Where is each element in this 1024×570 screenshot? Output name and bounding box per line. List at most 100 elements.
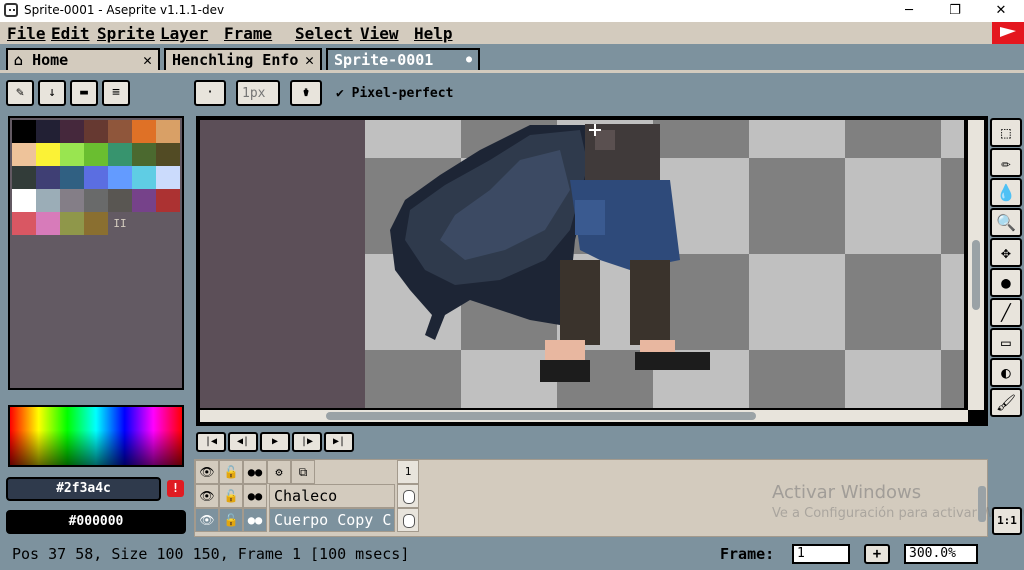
- lock-icon[interactable]: 🔓: [219, 508, 243, 532]
- menu-edit[interactable]: Edit: [51, 24, 90, 43]
- palette-swatch[interactable]: [84, 120, 108, 143]
- palette-swatch[interactable]: [12, 212, 36, 235]
- palette-swatch[interactable]: [36, 189, 60, 212]
- cel[interactable]: [397, 484, 419, 508]
- canvas-horizontal-scrollbar[interactable]: [200, 410, 968, 422]
- eyedropper-icon[interactable]: 💧: [990, 178, 1022, 207]
- eraser-icon[interactable]: ✎: [6, 80, 34, 106]
- timeline-scrollbar[interactable]: [978, 486, 986, 522]
- first-frame-icon[interactable]: |◀: [196, 432, 226, 452]
- palette-swatch[interactable]: [60, 143, 84, 166]
- palette-swatch[interactable]: [156, 143, 180, 166]
- eye-icon[interactable]: 👁: [195, 460, 219, 484]
- palette-swatch[interactable]: [60, 212, 84, 235]
- color-spectrum[interactable]: [8, 405, 184, 467]
- palette-swatch[interactable]: [60, 120, 84, 143]
- last-frame-icon[interactable]: ▶|: [324, 432, 354, 452]
- tab-home[interactable]: ⌂ Home ✕: [6, 48, 160, 72]
- background-color-field[interactable]: #000000: [6, 510, 186, 534]
- palette-swatch[interactable]: [36, 143, 60, 166]
- warning-icon[interactable]: !: [167, 480, 184, 497]
- fill-icon[interactable]: ●: [990, 268, 1022, 297]
- palette-swatch[interactable]: [84, 212, 108, 235]
- palette-swatch[interactable]: [12, 189, 36, 212]
- menu-select[interactable]: Select: [295, 24, 353, 43]
- pixel-perfect-checkbox[interactable]: ✔ Pixel-perfect: [336, 86, 453, 101]
- down-arrow-icon[interactable]: ↓: [38, 80, 66, 106]
- continuous-icon[interactable]: ●●: [243, 508, 267, 532]
- eye-icon[interactable]: 👁: [195, 484, 219, 508]
- frame-input[interactable]: 1: [792, 544, 850, 564]
- palette-swatch[interactable]: [108, 143, 132, 166]
- line-icon[interactable]: ╱: [990, 298, 1022, 327]
- layer-name[interactable]: Chaleco: [269, 484, 395, 508]
- palette-swatch[interactable]: [132, 166, 156, 189]
- onion-skin-icon[interactable]: ⧉: [291, 460, 315, 484]
- palette-swatch[interactable]: [36, 120, 60, 143]
- maximize-button[interactable]: ❐: [932, 0, 978, 22]
- ink-icon[interactable]: ⚱: [290, 80, 322, 106]
- menu-layer[interactable]: Layer: [160, 24, 208, 43]
- palette-swatch[interactable]: [156, 120, 180, 143]
- move-icon[interactable]: ✥: [990, 238, 1022, 267]
- palette-swatch[interactable]: [132, 189, 156, 212]
- menu-view[interactable]: View: [360, 24, 399, 43]
- menu-sprite[interactable]: Sprite: [97, 24, 155, 43]
- previous-frame-icon[interactable]: ◀|: [228, 432, 258, 452]
- eye-icon[interactable]: 👁: [195, 508, 219, 532]
- palette-swatch[interactable]: [84, 189, 108, 212]
- continuous-icon[interactable]: ●●: [243, 484, 267, 508]
- add-frame-button[interactable]: +: [864, 544, 890, 564]
- layer-row[interactable]: 👁 🔓 ●● Chaleco: [195, 484, 419, 508]
- palette-swatch[interactable]: [84, 143, 108, 166]
- palette-swatch[interactable]: [60, 189, 84, 212]
- pencil-icon[interactable]: ✏: [990, 148, 1022, 177]
- zoom-input[interactable]: 300.0%: [904, 544, 978, 564]
- layer-row[interactable]: 👁 🔓 ●● Cuerpo Copy C: [195, 508, 419, 532]
- brush-type-button[interactable]: ·: [194, 80, 226, 106]
- palette-swatch[interactable]: [156, 166, 180, 189]
- horizontal-scroll-thumb[interactable]: [326, 412, 756, 420]
- gear-icon[interactable]: ⚙: [267, 460, 291, 484]
- blur-icon[interactable]: 🖌: [990, 388, 1022, 417]
- notification-flag-icon[interactable]: [992, 22, 1024, 44]
- palette-swatch[interactable]: [12, 120, 36, 143]
- continuous-icon[interactable]: ●●: [243, 460, 267, 484]
- palette-swatch[interactable]: [132, 143, 156, 166]
- palette-swatch[interactable]: [12, 166, 36, 189]
- menu-frame[interactable]: Frame: [224, 24, 272, 43]
- reset-zoom-button[interactable]: 1:1: [992, 507, 1022, 535]
- folder-icon[interactable]: ▬: [70, 80, 98, 106]
- lock-icon[interactable]: 🔓: [219, 460, 243, 484]
- contour-icon[interactable]: ◐: [990, 358, 1022, 387]
- minimize-button[interactable]: ─: [886, 0, 932, 22]
- palette-swatch[interactable]: [12, 143, 36, 166]
- palette-swatch[interactable]: [108, 166, 132, 189]
- palette-swatch[interactable]: [132, 120, 156, 143]
- palette-menu-icon[interactable]: ≡: [102, 80, 130, 106]
- play-icon[interactable]: ▶: [260, 432, 290, 452]
- palette-swatch[interactable]: [60, 166, 84, 189]
- zoom-icon[interactable]: 🔍: [990, 208, 1022, 237]
- brush-size-input[interactable]: [236, 80, 280, 106]
- palette-swatch[interactable]: [108, 120, 132, 143]
- palette-swatch[interactable]: [84, 166, 108, 189]
- rectangle-icon[interactable]: ▭: [990, 328, 1022, 357]
- vertical-scroll-thumb[interactable]: [972, 240, 980, 310]
- marquee-icon[interactable]: ⬚: [990, 118, 1022, 147]
- palette-swatch[interactable]: [108, 189, 132, 212]
- sprite-canvas[interactable]: [200, 120, 964, 408]
- menu-help[interactable]: Help: [414, 24, 453, 43]
- palette-swatch[interactable]: [36, 166, 60, 189]
- modified-dot-icon[interactable]: ●: [466, 54, 472, 65]
- close-tab-icon[interactable]: ✕: [305, 51, 314, 69]
- palette-swatch[interactable]: [156, 189, 180, 212]
- close-tab-icon[interactable]: ✕: [143, 51, 152, 69]
- close-window-button[interactable]: ✕: [978, 0, 1024, 22]
- tab-sprite-0001[interactable]: Sprite-0001 ●: [326, 48, 480, 72]
- canvas-vertical-scrollbar[interactable]: [968, 120, 984, 410]
- lock-icon[interactable]: 🔓: [219, 484, 243, 508]
- menu-file[interactable]: File: [7, 24, 46, 43]
- next-frame-icon[interactable]: |▶: [292, 432, 322, 452]
- foreground-color-field[interactable]: #2f3a4c: [6, 477, 161, 501]
